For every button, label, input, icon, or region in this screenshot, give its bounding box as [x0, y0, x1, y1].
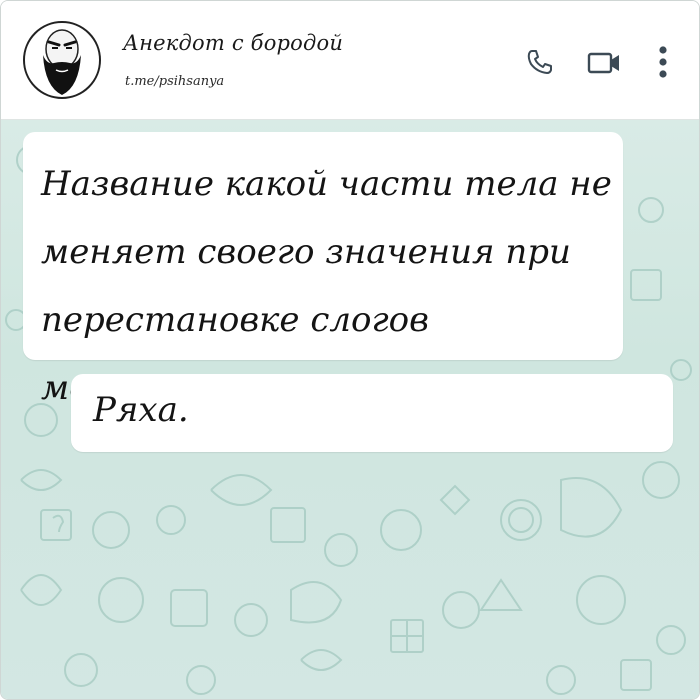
phone-icon [527, 50, 552, 74]
message-bubble-answer[interactable]: Ряха. [71, 374, 673, 452]
more-menu-button[interactable] [653, 43, 673, 81]
more-vertical-icon [659, 46, 667, 78]
call-button[interactable] [525, 47, 555, 77]
chat-window: Анекдот с бородой t.me/psihsanya Названи… [0, 0, 700, 700]
message-bubble-question[interactable]: Название какой части тела не меняет свое… [23, 132, 623, 408]
video-camera-icon [587, 52, 619, 74]
message-text: Ряха. [93, 390, 189, 430]
chat-area[interactable]: Название какой части тела не меняет свое… [1, 120, 699, 699]
video-call-button[interactable] [587, 49, 623, 77]
bearded-man-icon [23, 21, 101, 99]
chat-header: Анекдот с бородой t.me/psihsanya [1, 1, 699, 120]
avatar[interactable] [21, 15, 103, 105]
chat-title: Анекдот с бородой [123, 31, 344, 55]
chat-subtitle[interactable]: t.me/psihsanya [125, 74, 224, 89]
